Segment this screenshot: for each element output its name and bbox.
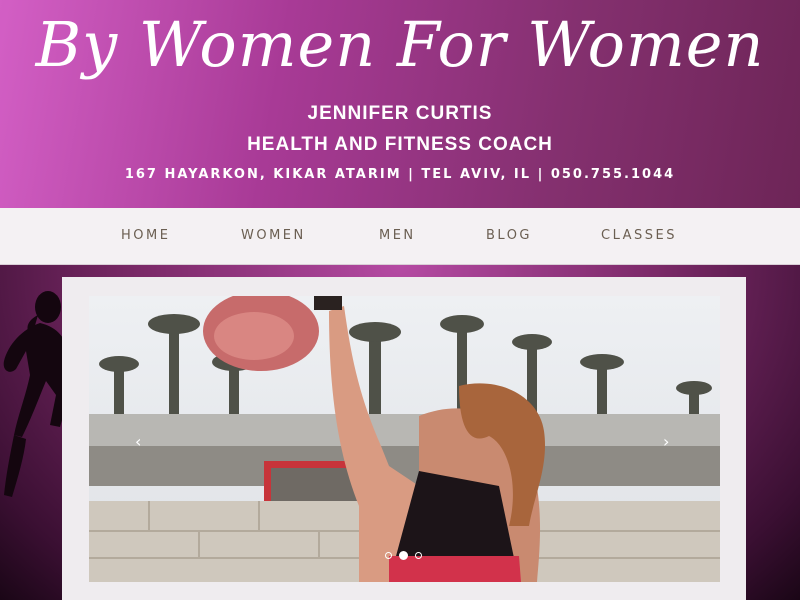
nav-item-blog[interactable]: BLOG bbox=[486, 208, 532, 264]
slider-dot-1[interactable] bbox=[385, 552, 392, 559]
nav-item-home[interactable]: HOME bbox=[121, 208, 170, 264]
nav-item-men[interactable]: MEN bbox=[379, 208, 416, 264]
site-header: By Women For Women JENNIFER CURTIS HEALT… bbox=[0, 0, 800, 208]
slider-dots bbox=[385, 551, 425, 562]
runner-silhouette bbox=[3, 291, 70, 497]
nav-item-classes[interactable]: CLASSES bbox=[601, 208, 677, 264]
slider-dot-2[interactable] bbox=[399, 551, 408, 560]
hero-slider-image bbox=[89, 296, 720, 582]
slider-next-icon[interactable]: › bbox=[663, 432, 669, 451]
site-title: By Women For Women bbox=[35, 8, 765, 81]
contact-address: 167 HAYARKON, KIKAR ATARIM | TEL AVIV, I… bbox=[124, 167, 676, 182]
main-nav: HOME WOMEN MEN BLOG CLASSES bbox=[0, 208, 800, 265]
coach-role: HEALTH AND FITNESS COACH bbox=[247, 134, 553, 155]
slider-dot-3[interactable] bbox=[415, 552, 422, 559]
slider-prev-icon[interactable]: ‹ bbox=[135, 432, 141, 451]
coach-name: JENNIFER CURTIS bbox=[307, 103, 493, 124]
nav-item-women[interactable]: WOMEN bbox=[241, 208, 306, 264]
